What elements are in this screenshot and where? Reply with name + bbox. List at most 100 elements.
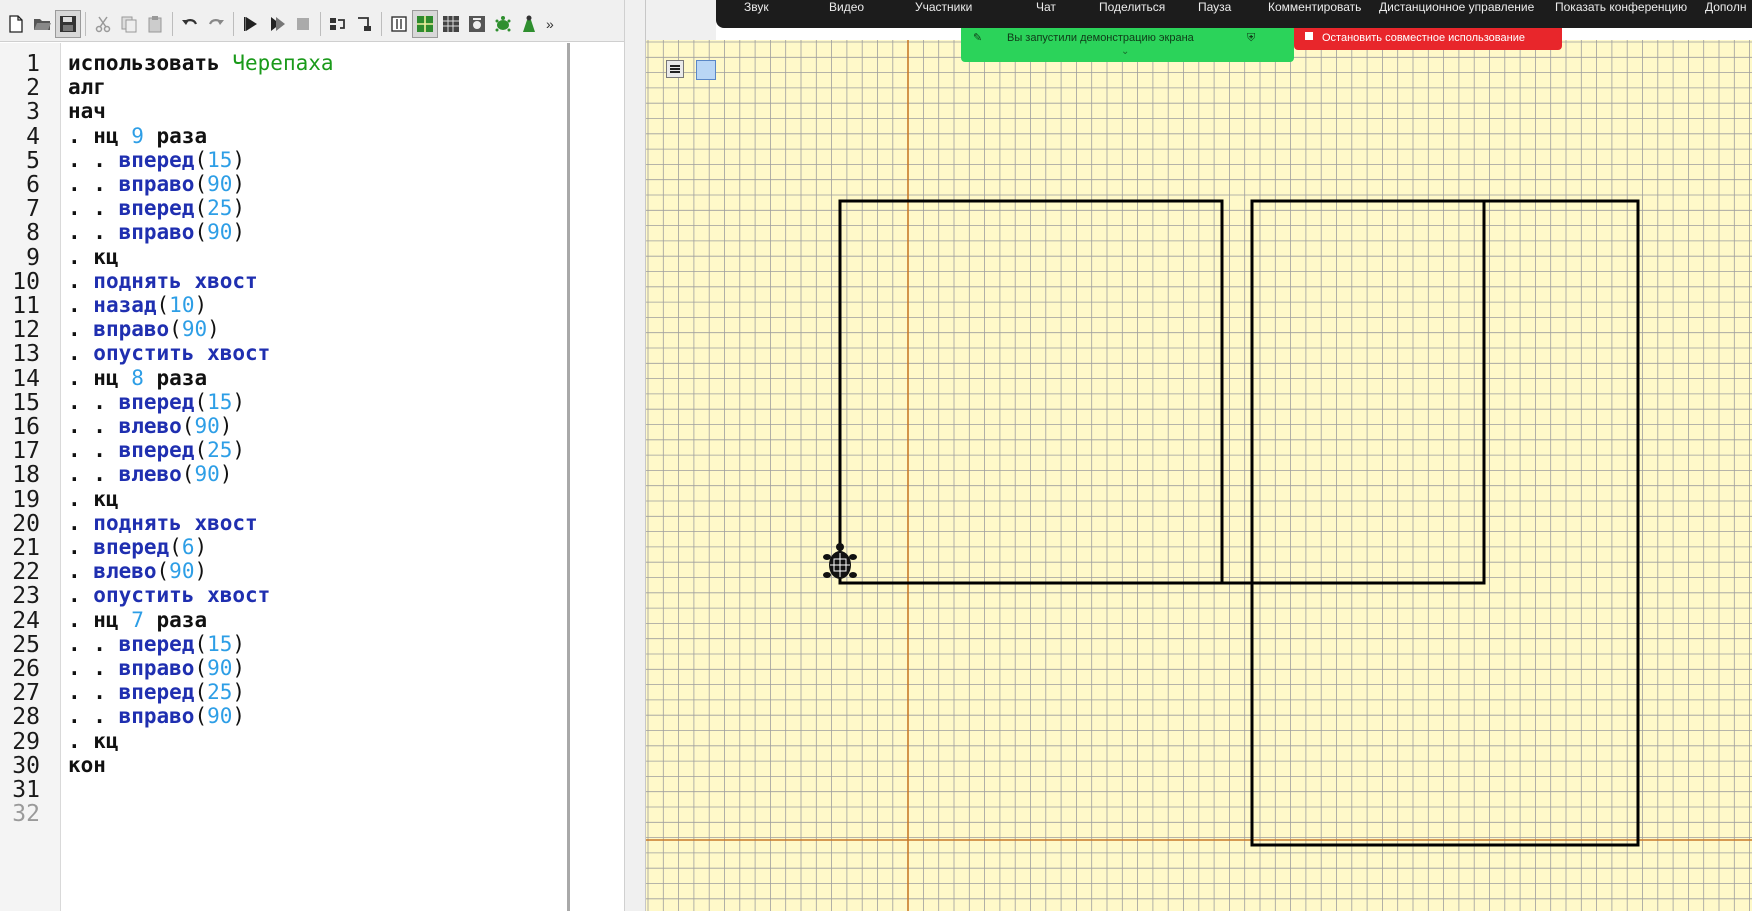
drawer-button[interactable]	[516, 10, 542, 38]
code-token: )	[194, 535, 208, 559]
code-line[interactable]: . . вперед(25)	[68, 680, 245, 707]
cut-button[interactable]	[90, 10, 116, 38]
code-line[interactable]: . . вправо(90)	[68, 656, 245, 683]
code-line[interactable]: . . вперед(15)	[68, 632, 245, 659]
code-line[interactable]: . . вперед(15)	[68, 390, 245, 417]
menu-icon	[670, 68, 680, 70]
code-editor[interactable]: 1 2 3 4 5 6 7 8 9 10 11 12 13 14 15 16 17 18 19 20 21 22 23 24 2…	[0, 43, 625, 911]
stop-icon	[297, 17, 309, 30]
table-view-button[interactable]	[412, 9, 438, 38]
code-line[interactable]: . вперед(6)	[68, 535, 207, 562]
code-token: . нц	[68, 607, 132, 632]
code-line[interactable]: . кц	[68, 487, 119, 514]
code-line[interactable]: . опустить хвост	[68, 583, 270, 610]
grid-view-button[interactable]	[438, 10, 464, 38]
canvas-view-button[interactable]	[696, 60, 716, 80]
toolbar-overflow-icon[interactable]: »	[546, 16, 554, 32]
code-line[interactable]: нач	[68, 99, 106, 126]
code-token: вперед	[93, 535, 170, 559]
new-file-button[interactable]	[3, 10, 29, 38]
conference-annotate[interactable]: Комментировать	[1268, 0, 1361, 28]
line-number: 19	[12, 486, 40, 513]
code-line[interactable]: . поднять хвост	[68, 511, 258, 538]
toolbar-separator	[233, 11, 234, 36]
code-token: .	[68, 268, 94, 293]
chevron-down-icon[interactable]: ⌄	[1121, 46, 1129, 57]
drawer-icon	[523, 15, 535, 32]
redo-button[interactable]	[203, 10, 229, 38]
step-over-button[interactable]	[325, 10, 351, 38]
code-line[interactable]: . влево(90)	[68, 559, 207, 586]
line-number: 32	[12, 801, 40, 828]
code-line[interactable]: . кц	[68, 729, 119, 756]
code-token: (	[156, 559, 170, 584]
editor-right-pane	[571, 43, 623, 911]
code-line[interactable]: . . вперед(25)	[68, 438, 245, 465]
conference-audio[interactable]: Звук	[744, 0, 769, 28]
code-line[interactable]: . . вправо(90)	[68, 220, 245, 247]
code-line[interactable]: . поднять хвост	[68, 269, 258, 296]
code-line[interactable]: алг	[68, 75, 106, 102]
turtle-canvas[interactable]	[646, 40, 1752, 911]
undo-button[interactable]	[177, 10, 203, 38]
code-token: (	[156, 293, 170, 317]
code-line[interactable]: . нц 8 раза	[68, 366, 207, 393]
line-number: 3	[26, 99, 40, 126]
line-number: 13	[12, 341, 40, 368]
step-run-button[interactable]	[264, 10, 290, 38]
splitter-handle[interactable]	[624, 0, 646, 911]
code-token: 6	[181, 535, 195, 559]
code-line[interactable]: . . вправо(90)	[68, 704, 245, 731]
turtle-button[interactable]	[490, 10, 516, 38]
code-line[interactable]: . назад(10)	[68, 293, 207, 320]
screen-share-status[interactable]: ✎ Вы запустили демонстрацию экрана ⛨ ⌄	[961, 28, 1294, 62]
conference-pause[interactable]: Пауза	[1198, 0, 1231, 28]
code-token: . .	[68, 389, 119, 414]
stop-sharing-button[interactable]: Остановить совместное использование	[1294, 28, 1562, 50]
conference-share[interactable]: Поделиться	[1099, 0, 1165, 28]
fields-panel-button[interactable]	[386, 10, 412, 38]
code-line[interactable]: . . вперед(25)	[68, 196, 245, 223]
line-number: 7	[26, 196, 40, 223]
robot-field-button[interactable]	[464, 10, 490, 38]
code-token: влево	[93, 559, 157, 584]
code-line[interactable]: использовать Черепаха	[68, 51, 334, 78]
step-into-button[interactable]	[351, 10, 377, 38]
conference-participants[interactable]: Участники	[915, 0, 972, 28]
code-line[interactable]: . . влево(90)	[68, 462, 232, 489]
conference-chat[interactable]: Чат	[1036, 0, 1056, 28]
code-token: опустить хвост	[93, 583, 271, 608]
code-token: )	[219, 414, 233, 438]
conference-show-meeting[interactable]: Показать конференцию	[1555, 0, 1687, 28]
code-line[interactable]: . . вправо(90)	[68, 172, 245, 199]
open-file-button[interactable]	[29, 10, 55, 38]
conference-video[interactable]: Видео	[829, 0, 864, 28]
copy-button[interactable]	[116, 10, 142, 38]
run-button[interactable]	[238, 10, 264, 38]
code-token: 25	[207, 438, 233, 463]
copy-icon	[121, 16, 137, 32]
code-line[interactable]: . нц 9 раза	[68, 124, 207, 151]
code-line[interactable]: . . влево(90)	[68, 414, 232, 441]
code-token: 90	[181, 317, 208, 342]
canvas-menu-button[interactable]	[666, 60, 684, 78]
code-line[interactable]: . вправо(90)	[68, 317, 220, 344]
code-line[interactable]: кон	[68, 753, 106, 780]
conference-remote-control[interactable]: Дистанционное управление	[1379, 0, 1534, 28]
code-token: 90	[207, 172, 233, 196]
paste-icon	[148, 15, 162, 32]
paste-button[interactable]	[142, 10, 168, 38]
conference-more[interactable]: Дополн	[1705, 0, 1746, 28]
code-token: 15	[207, 147, 233, 172]
code-line[interactable]: . опустить хвост	[68, 341, 270, 368]
line-number: 2	[26, 75, 40, 102]
code-token: )	[232, 147, 246, 172]
code-line[interactable]: . кц	[68, 245, 119, 272]
code-line[interactable]: . нц 7 раза	[68, 608, 207, 635]
code-token: . .	[68, 680, 119, 705]
code-line[interactable]: . . вперед(15)	[68, 148, 245, 175]
drawing-surface	[646, 40, 1752, 911]
save-button[interactable]	[55, 9, 81, 38]
stop-button[interactable]	[290, 10, 316, 38]
line-number: 25	[12, 631, 40, 658]
